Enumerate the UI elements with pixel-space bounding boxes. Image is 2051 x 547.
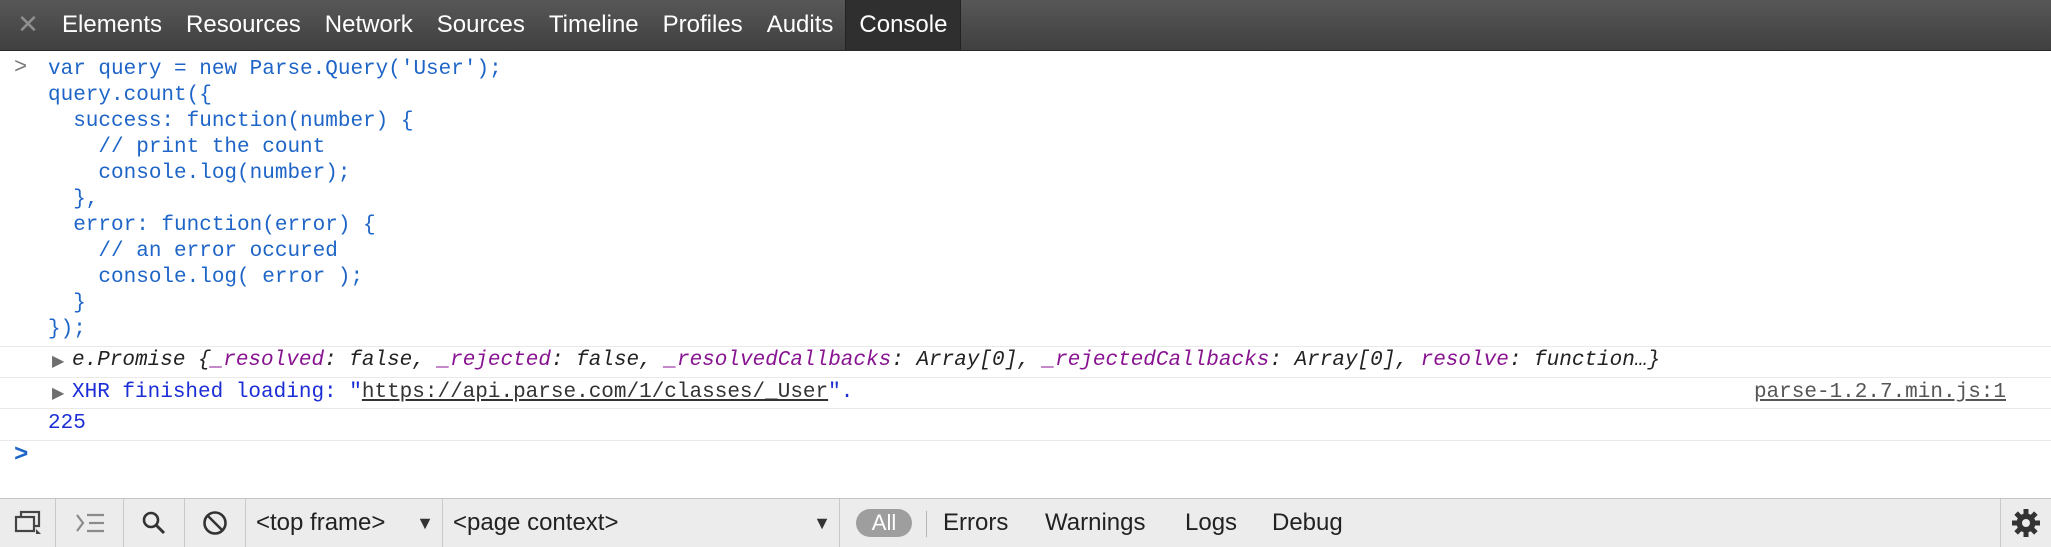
object-class-name: e.Promise { — [72, 349, 211, 372]
expand-triangle-icon[interactable]: ▶ — [52, 351, 64, 371]
property-value: false — [349, 349, 413, 372]
tab-console[interactable]: Console — [845, 0, 962, 50]
promise-object-preview: e.Promise {_resolved: false, _rejected: … — [72, 349, 1661, 372]
panel-tabs: Elements Resources Network Sources Timel… — [50, 0, 962, 50]
property-key: _rejected — [437, 349, 551, 372]
tab-timeline[interactable]: Timeline — [537, 0, 651, 50]
result-value: 225 — [48, 412, 86, 435]
xhr-message: XHR finished loading: "https://api.parse… — [72, 379, 853, 407]
close-icon[interactable]: ✕ — [14, 9, 42, 39]
tab-audits[interactable]: Audits — [755, 0, 846, 50]
show-drawer-button[interactable] — [56, 499, 124, 547]
chevron-down-icon: ▼ — [416, 513, 434, 533]
tab-sources[interactable]: Sources — [425, 0, 537, 50]
tab-network[interactable]: Network — [313, 0, 425, 50]
settings-button[interactable] — [2000, 499, 2051, 547]
expand-triangle-icon[interactable]: ▶ — [52, 383, 64, 403]
property-value: function…} — [1534, 349, 1661, 372]
xhr-suffix: ". — [828, 381, 854, 404]
filter-debug[interactable]: Debug — [1272, 499, 1343, 547]
filter-divider — [926, 511, 927, 537]
console-input-prompt[interactable]: > — [14, 442, 28, 469]
context-select[interactable]: <page context> ▼ — [443, 499, 840, 547]
console-status-bar: <top frame> ▼ <page context> ▼ All Error… — [0, 498, 2051, 547]
context-select-value: <page context> — [453, 509, 619, 536]
dock-toggle-button[interactable] — [0, 499, 56, 547]
property-key: _rejectedCallbacks — [1042, 349, 1270, 372]
xhr-prefix: XHR finished loading: " — [72, 381, 362, 404]
console-panel: > var query = new Parse.Query('User'); q… — [0, 51, 2051, 498]
drawer-icon — [75, 513, 104, 533]
devtools-tab-bar: ✕ Elements Resources Network Sources Tim… — [0, 0, 2051, 51]
tab-profiles[interactable]: Profiles — [651, 0, 755, 50]
dock-icon — [14, 510, 41, 534]
xhr-url-link[interactable]: https://api.parse.com/1/classes/_User — [362, 381, 828, 404]
frame-select-value: <top frame> — [256, 509, 386, 536]
property-key: resolve — [1420, 349, 1509, 372]
search-icon — [142, 511, 166, 535]
filter-errors[interactable]: Errors — [943, 499, 1008, 547]
console-message-xhr[interactable]: ▶ XHR finished loading: "https://api.par… — [0, 377, 2051, 408]
tab-resources[interactable]: Resources — [174, 0, 313, 50]
tab-elements[interactable]: Elements — [50, 0, 174, 50]
clear-icon — [203, 511, 227, 535]
property-key: _resolved — [210, 349, 325, 372]
row-divider — [0, 440, 2051, 442]
filter-logs[interactable]: Logs — [1185, 499, 1237, 547]
source-location-link[interactable]: parse-1.2.7.min.js:1 — [1754, 379, 2006, 407]
gear-icon — [2012, 509, 2040, 537]
property-value: Array[0] — [1294, 349, 1396, 372]
filter-all[interactable]: All — [856, 509, 912, 537]
clear-console-button[interactable] — [185, 499, 246, 547]
filter-warnings[interactable]: Warnings — [1045, 499, 1145, 547]
chevron-down-icon: ▼ — [813, 513, 831, 533]
input-prompt-caret: > — [14, 55, 28, 80]
property-value: Array[0] — [916, 349, 1018, 372]
console-result-row: 225 — [0, 408, 2051, 439]
executed-code: var query = new Parse.Query('User'); que… — [48, 58, 502, 341]
property-value: false — [576, 349, 640, 372]
search-button[interactable] — [124, 499, 185, 547]
property-key: _resolvedCallbacks — [664, 349, 892, 372]
frame-select[interactable]: <top frame> ▼ — [246, 499, 443, 547]
console-message-promise[interactable]: ▶ e.Promise {_resolved: false, _rejected… — [0, 346, 2051, 377]
